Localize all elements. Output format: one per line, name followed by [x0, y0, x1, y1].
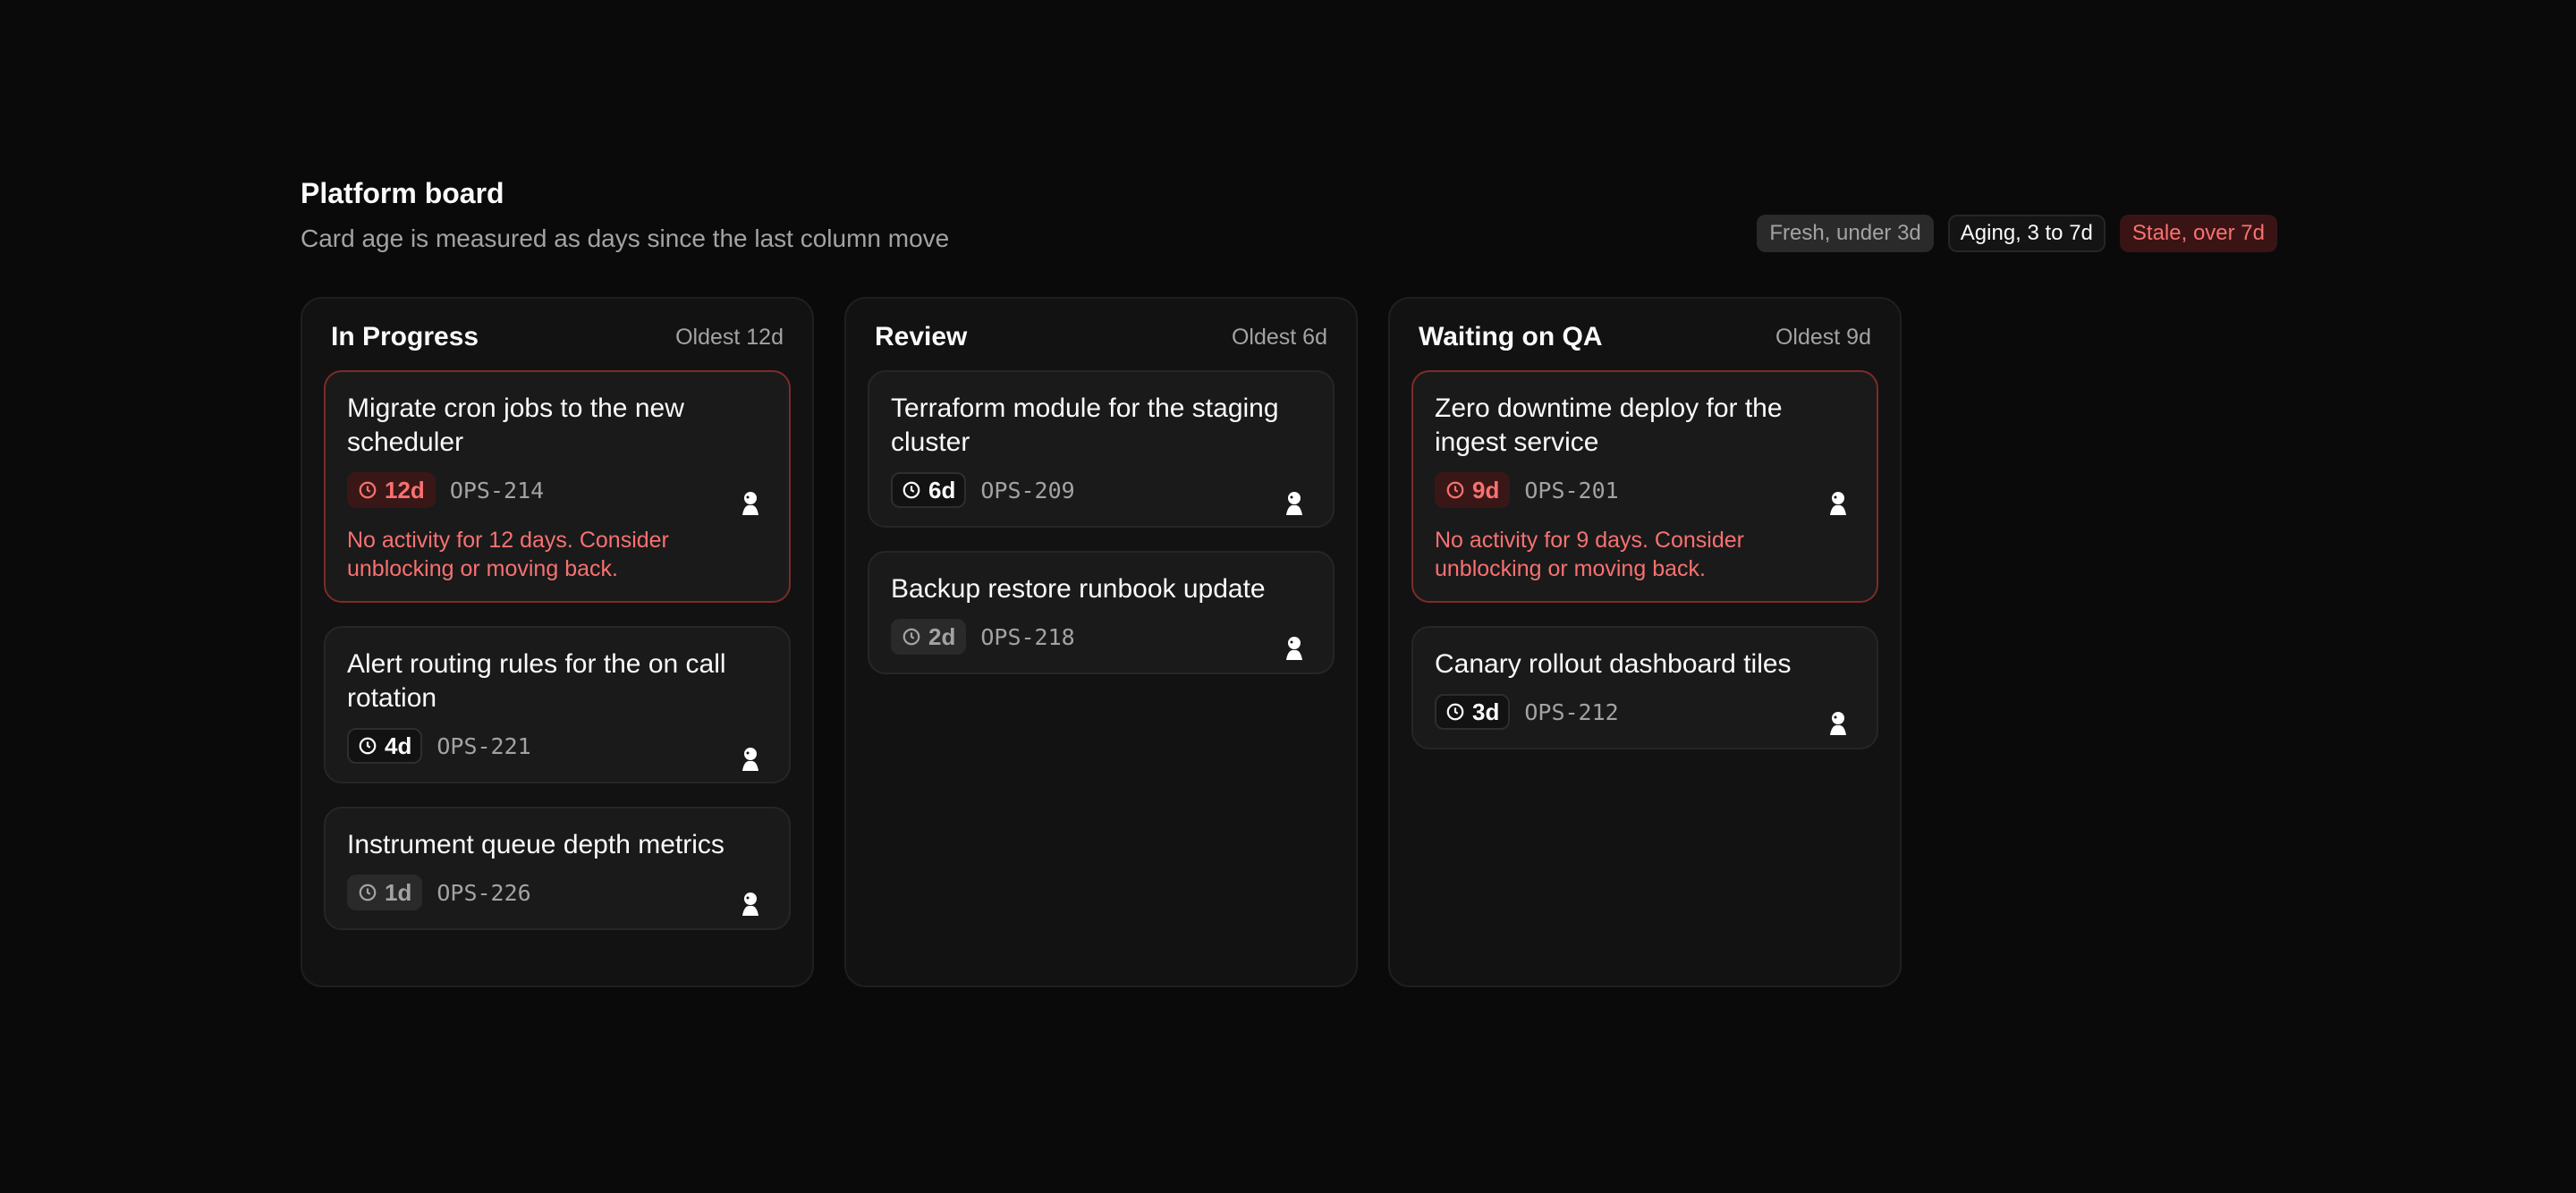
age-badge: 12d [347, 472, 436, 508]
age-value: 6d [928, 477, 956, 503]
age-badge: 3d [1435, 694, 1511, 730]
card-title: Migrate cron jobs to the new scheduler [347, 393, 684, 457]
card-meta: 6d OPS-209 [891, 472, 1311, 508]
column-waiting-on-qa: Waiting on QA Oldest 9d Zero downtime de… [1388, 297, 1902, 987]
age-badge: 9d [1435, 472, 1511, 508]
avatar [1825, 708, 1852, 739]
avatar [1825, 488, 1852, 519]
ticket-id: OPS-209 [980, 477, 1075, 503]
avatar [737, 744, 764, 774]
column-title: Waiting on QA [1419, 322, 1603, 351]
column-header: In Progress Oldest 12d [324, 322, 791, 352]
age-badge: 1d [347, 875, 423, 910]
legend-stale: Stale, over 7d [2119, 215, 2277, 252]
legend-fresh: Fresh, under 3d [1757, 215, 1934, 252]
column-oldest: Oldest 12d [675, 324, 784, 350]
clock-icon [359, 884, 377, 901]
age-value: 3d [1472, 698, 1500, 725]
task-card[interactable]: Alert routing rules for the on call rota… [324, 626, 791, 783]
column-in-progress: In Progress Oldest 12d Migrate cron jobs… [301, 297, 814, 987]
clock-icon [1446, 481, 1464, 499]
ticket-id: OPS-201 [1524, 477, 1619, 503]
task-card[interactable]: Zero downtime deploy for the ingest serv… [1411, 370, 1878, 603]
age-badge: 2d [891, 619, 967, 655]
task-card[interactable]: Migrate cron jobs to the new scheduler 1… [324, 370, 791, 603]
stale-warning: No activity for 9 days. Consider unblock… [1435, 528, 1744, 581]
card-title: Backup restore runbook update [891, 574, 1266, 604]
stale-warning: No activity for 12 days. Consider unbloc… [347, 528, 669, 581]
avatar [737, 488, 764, 519]
card-title: Terraform module for the staging cluster [891, 393, 1279, 457]
card-title: Alert routing rules for the on call rota… [347, 649, 726, 713]
card-title: Zero downtime deploy for the ingest serv… [1435, 393, 1783, 457]
age-value: 4d [385, 732, 412, 759]
card-meta: 9d OPS-201 [1435, 472, 1855, 508]
column-title: Review [875, 322, 968, 351]
card-meta: 1d OPS-226 [347, 875, 767, 910]
ticket-id: OPS-212 [1524, 698, 1619, 725]
ticket-id: OPS-221 [436, 732, 531, 759]
clock-icon [359, 737, 377, 755]
column-header: Review Oldest 6d [868, 322, 1335, 352]
ticket-id: OPS-218 [980, 623, 1075, 650]
age-badge: 4d [347, 728, 423, 764]
column-oldest: Oldest 6d [1231, 324, 1327, 350]
card-title: Canary rollout dashboard tiles [1435, 649, 1792, 679]
card-meta: 12d OPS-214 [347, 472, 767, 508]
avatar [737, 889, 764, 919]
task-card[interactable]: Instrument queue depth metrics 1d OPS-22… [324, 807, 791, 930]
clock-icon [902, 628, 920, 646]
ticket-id: OPS-214 [449, 477, 545, 503]
avatar [1281, 633, 1308, 664]
board: Platform board Card age is measured as d… [301, 170, 2277, 987]
column-review: Review Oldest 6d Terraform module for th… [844, 297, 1358, 987]
legend-aging: Aging, 3 to 7d [1947, 215, 2106, 252]
task-card[interactable]: Terraform module for the staging cluster… [868, 370, 1335, 528]
age-legend: Fresh, under 3d Aging, 3 to 7d Stale, ov… [1757, 215, 2277, 252]
task-card[interactable]: Backup restore runbook update 2d OPS-218 [868, 551, 1335, 674]
age-badge: 6d [891, 472, 967, 508]
age-value: 9d [1472, 477, 1500, 503]
card-title: Instrument queue depth metrics [347, 830, 724, 859]
clock-icon [902, 481, 920, 499]
clock-icon [359, 481, 377, 499]
column-header: Waiting on QA Oldest 9d [1411, 322, 1878, 352]
task-card[interactable]: Canary rollout dashboard tiles 3d OPS-21… [1411, 626, 1878, 749]
columns: In Progress Oldest 12d Migrate cron jobs… [301, 297, 1902, 987]
avatar [1281, 488, 1308, 519]
clock-icon [1446, 703, 1464, 721]
age-value: 12d [385, 477, 425, 503]
column-title: In Progress [331, 322, 479, 351]
column-oldest: Oldest 9d [1775, 324, 1871, 350]
page-title: Platform board [301, 177, 504, 209]
age-value: 1d [385, 879, 412, 906]
card-meta: 2d OPS-218 [891, 619, 1311, 655]
card-meta: 3d OPS-212 [1435, 694, 1855, 730]
ticket-id: OPS-226 [436, 879, 531, 906]
card-meta: 4d OPS-221 [347, 728, 767, 764]
age-value: 2d [928, 623, 956, 650]
